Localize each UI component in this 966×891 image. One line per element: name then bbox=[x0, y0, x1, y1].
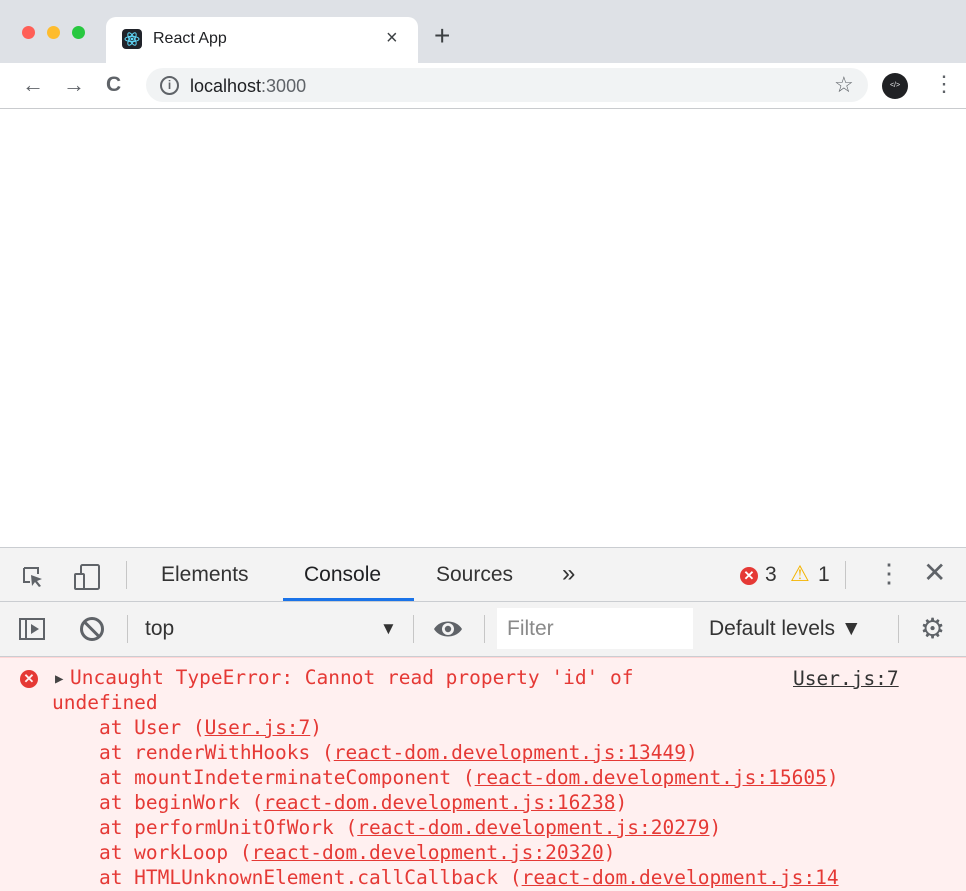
stack-frame-link[interactable]: react-dom.development.js:20320 bbox=[252, 841, 604, 864]
toolbar-divider bbox=[127, 615, 128, 643]
stack-frame: at renderWithHooks (react-dom.developmen… bbox=[52, 741, 698, 764]
stack-frame-link[interactable]: react-dom.development.js:20279 bbox=[357, 816, 709, 839]
clear-console-icon[interactable] bbox=[80, 617, 104, 641]
devtools-panel: Elements Console Sources » ✕ 3 ⚠ 1 ⋮ ✕ t… bbox=[0, 547, 966, 891]
expand-triangle-icon[interactable]: ▶ bbox=[55, 668, 63, 690]
stack-frame: at User (User.js:7) bbox=[52, 716, 323, 739]
stack-frame-link[interactable]: react-dom.development.js:14 bbox=[522, 866, 839, 889]
browser-tab[interactable]: React App × bbox=[106, 17, 418, 63]
devtools-menu-icon[interactable]: ⋮ bbox=[876, 560, 902, 586]
tab-close-icon[interactable]: × bbox=[386, 27, 398, 50]
stack-frame: at mountIndeterminateComponent (react-do… bbox=[52, 766, 839, 789]
console-settings-gear-icon[interactable]: ⚙ bbox=[920, 615, 945, 643]
stack-frame-link[interactable]: react-dom.development.js:16238 bbox=[263, 791, 615, 814]
bookmark-star-icon[interactable]: ☆ bbox=[834, 72, 854, 98]
live-expression-eye-icon[interactable] bbox=[432, 616, 464, 642]
window-zoom-button[interactable] bbox=[72, 26, 85, 39]
address-bar[interactable]: i localhost:3000 ☆ bbox=[146, 68, 868, 102]
error-count[interactable]: 3 bbox=[765, 563, 777, 587]
console-sidebar-toggle-icon[interactable] bbox=[19, 618, 45, 640]
stack-frame: at performUnitOfWork (react-dom.developm… bbox=[52, 816, 722, 839]
stack-frame: at HTMLUnknownElement.callCallback (reac… bbox=[52, 866, 839, 889]
back-arrow-icon[interactable]: ← bbox=[22, 74, 44, 96]
tab-sources[interactable]: Sources bbox=[436, 563, 513, 587]
warning-icon[interactable]: ⚠ bbox=[790, 563, 810, 585]
stack-frame-link[interactable]: User.js:7 bbox=[205, 716, 311, 739]
caret-down-icon[interactable]: ▼ bbox=[380, 619, 397, 639]
toolbar-divider bbox=[413, 615, 414, 643]
react-favicon-icon bbox=[122, 29, 142, 49]
inspect-element-icon[interactable] bbox=[22, 566, 44, 588]
tab-console[interactable]: Console bbox=[304, 563, 381, 587]
page-viewport bbox=[0, 109, 966, 547]
active-tab-indicator bbox=[283, 598, 414, 601]
reload-icon[interactable]: C bbox=[106, 74, 121, 95]
warning-count[interactable]: 1 bbox=[818, 563, 830, 587]
error-icon: ✕ bbox=[20, 670, 38, 688]
new-tab-button[interactable]: + bbox=[434, 22, 450, 50]
browser-menu-icon[interactable]: ⋮ bbox=[933, 73, 955, 95]
profile-avatar[interactable]: </> bbox=[882, 73, 908, 99]
browser-title-bar: React App × + bbox=[0, 0, 966, 63]
site-info-icon[interactable]: i bbox=[160, 76, 179, 95]
window-close-button[interactable] bbox=[22, 26, 35, 39]
console-filter-input[interactable] bbox=[497, 608, 693, 649]
more-tabs-icon[interactable]: » bbox=[562, 560, 575, 588]
browser-toolbar: ← → C i localhost:3000 ☆ </> ⋮ bbox=[0, 63, 966, 109]
stack-frame: at workLoop (react-dom.development.js:20… bbox=[52, 841, 616, 864]
toolbar-divider bbox=[898, 615, 899, 643]
forward-arrow-icon[interactable]: → bbox=[63, 74, 85, 96]
stack-frame: at beginWork (react-dom.development.js:1… bbox=[52, 791, 628, 814]
window-minimize-button[interactable] bbox=[47, 26, 60, 39]
toolbar-divider bbox=[126, 561, 127, 589]
console-error-message: ✕ ▶ Uncaught TypeError: Cannot read prop… bbox=[0, 657, 966, 891]
log-levels-dropdown[interactable]: Default levels ▼ bbox=[709, 617, 862, 641]
device-toolbar-icon[interactable] bbox=[72, 562, 102, 592]
tab-title: React App bbox=[153, 30, 227, 47]
devtools-tab-bar: Elements Console Sources » ✕ 3 ⚠ 1 ⋮ ✕ bbox=[0, 548, 966, 602]
execution-context-select[interactable]: top bbox=[145, 617, 174, 641]
error-source-link[interactable]: User.js:7 bbox=[793, 666, 899, 691]
toolbar-divider bbox=[845, 561, 846, 589]
error-message-line: undefined bbox=[52, 691, 158, 714]
tab-elements[interactable]: Elements bbox=[161, 563, 249, 587]
console-toolbar: top ▼ Default levels ▼ ⚙ bbox=[0, 602, 966, 657]
stack-frame-link[interactable]: react-dom.development.js:15605 bbox=[475, 766, 827, 789]
error-message-line: Uncaught TypeError: Cannot read property… bbox=[70, 666, 634, 689]
url-text[interactable]: localhost:3000 bbox=[190, 76, 306, 97]
toolbar-divider bbox=[484, 615, 485, 643]
error-count-icon[interactable]: ✕ bbox=[740, 567, 758, 585]
devtools-close-icon[interactable]: ✕ bbox=[923, 559, 946, 587]
stack-frame-link[interactable]: react-dom.development.js:13449 bbox=[334, 741, 686, 764]
